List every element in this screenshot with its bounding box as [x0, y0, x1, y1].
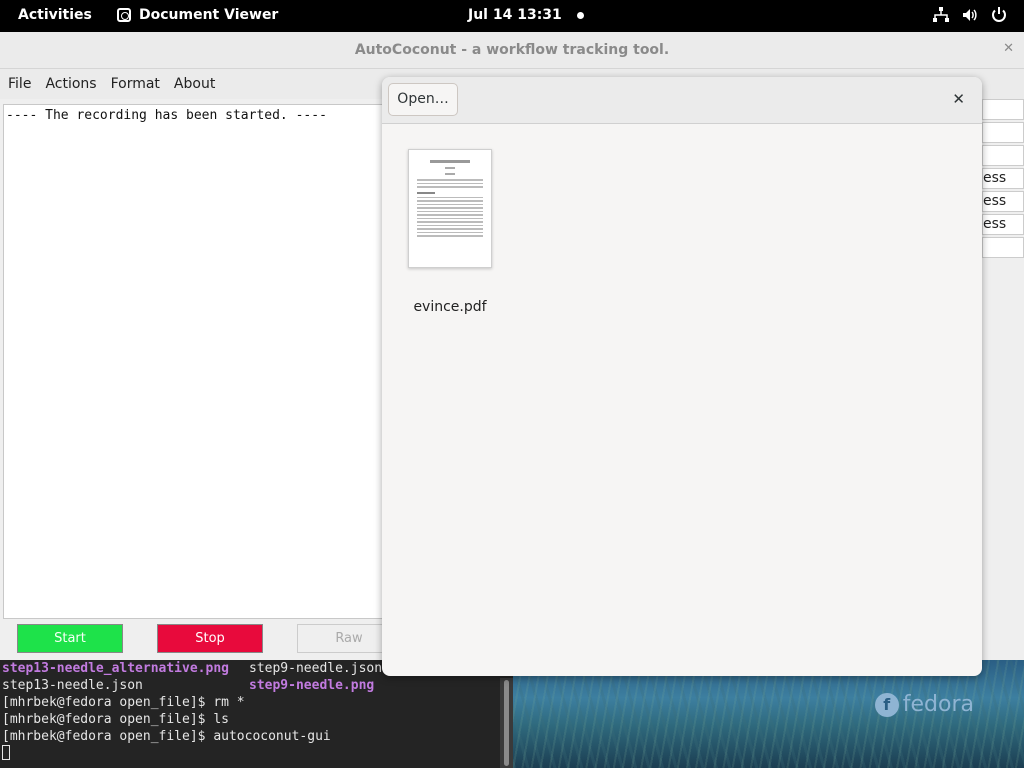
menu-format[interactable]: Format	[103, 69, 166, 99]
volume-icon[interactable]	[961, 6, 979, 24]
table-row[interactable]	[982, 237, 1024, 258]
file-name: step13-needle.json	[2, 678, 143, 693]
pdf-thumbnail[interactable]	[408, 149, 492, 268]
menu-about[interactable]: About	[166, 69, 221, 99]
network-icon[interactable]	[932, 6, 950, 24]
terminal-line: step13-needle_alternative.png	[2, 660, 229, 677]
file-name: step9-needle.png	[249, 678, 375, 693]
clock[interactable]: Jul 14 13:31	[468, 7, 562, 23]
terminal-cursor	[2, 745, 10, 760]
window-close-icon[interactable]: ✕	[1003, 41, 1014, 56]
window-title: AutoCoconut - a workflow tracking tool.	[354, 42, 670, 58]
open-button[interactable]: Open…	[388, 83, 458, 116]
fedora-icon: f	[874, 692, 899, 717]
table-row[interactable]	[982, 145, 1024, 166]
terminal-line: step13-needle.json	[2, 677, 143, 694]
file-name: step9-needle.json	[249, 661, 383, 676]
terminal-window[interactable]: step13-needle_alternative.png step9-need…	[0, 660, 513, 768]
document-viewer-icon	[117, 8, 131, 22]
close-icon[interactable]: ✕	[952, 90, 965, 108]
table-row[interactable]: ess	[982, 168, 1024, 189]
table-row[interactable]: ess	[982, 214, 1024, 235]
terminal-line: step9-needle.json	[249, 660, 382, 677]
table-row[interactable]	[982, 99, 1024, 120]
file-name: step13-needle_alternative.png	[2, 661, 229, 676]
fedora-logo: f fedora	[874, 692, 974, 717]
activities-button[interactable]: Activities	[18, 7, 92, 23]
menu-actions[interactable]: Actions	[37, 69, 102, 99]
notification-dot	[577, 12, 584, 19]
terminal-command: [mhrbek@fedora open_file]$ ls	[2, 712, 229, 727]
system-tray[interactable]	[932, 6, 1008, 24]
top-bar: Activities Document Viewer Jul 14 13:31	[0, 0, 1024, 32]
terminal-line: step9-needle.png	[249, 677, 374, 694]
dialog-header: Open… ✕	[382, 77, 982, 124]
fedora-logo-text: fedora	[902, 692, 974, 717]
terminal-command: [mhrbek@fedora open_file]$ autococonut-g…	[2, 729, 331, 744]
open-file-dialog: Open… ✕ evince.pdf	[382, 77, 982, 676]
app-menu-label: Document Viewer	[139, 7, 279, 23]
table-row[interactable]	[982, 122, 1024, 143]
events-table: ess ess ess	[982, 99, 1024, 399]
menu-file[interactable]: File	[0, 69, 37, 99]
terminal-scrollbar[interactable]	[500, 678, 513, 768]
start-button[interactable]: Start	[17, 624, 123, 653]
app-menu[interactable]: Document Viewer	[117, 7, 278, 23]
terminal-command: [mhrbek@fedora open_file]$ rm *	[2, 695, 245, 710]
recording-log[interactable]: ---- The recording has been started. ---…	[3, 104, 383, 619]
table-row[interactable]: ess	[982, 191, 1024, 212]
window-titlebar[interactable]: AutoCoconut - a workflow tracking tool. …	[0, 32, 1024, 69]
power-icon[interactable]	[990, 6, 1008, 24]
file-name-label[interactable]: evince.pdf	[408, 299, 492, 315]
desktop-background: f fedora	[513, 660, 1024, 768]
stop-button[interactable]: Stop	[157, 624, 263, 653]
